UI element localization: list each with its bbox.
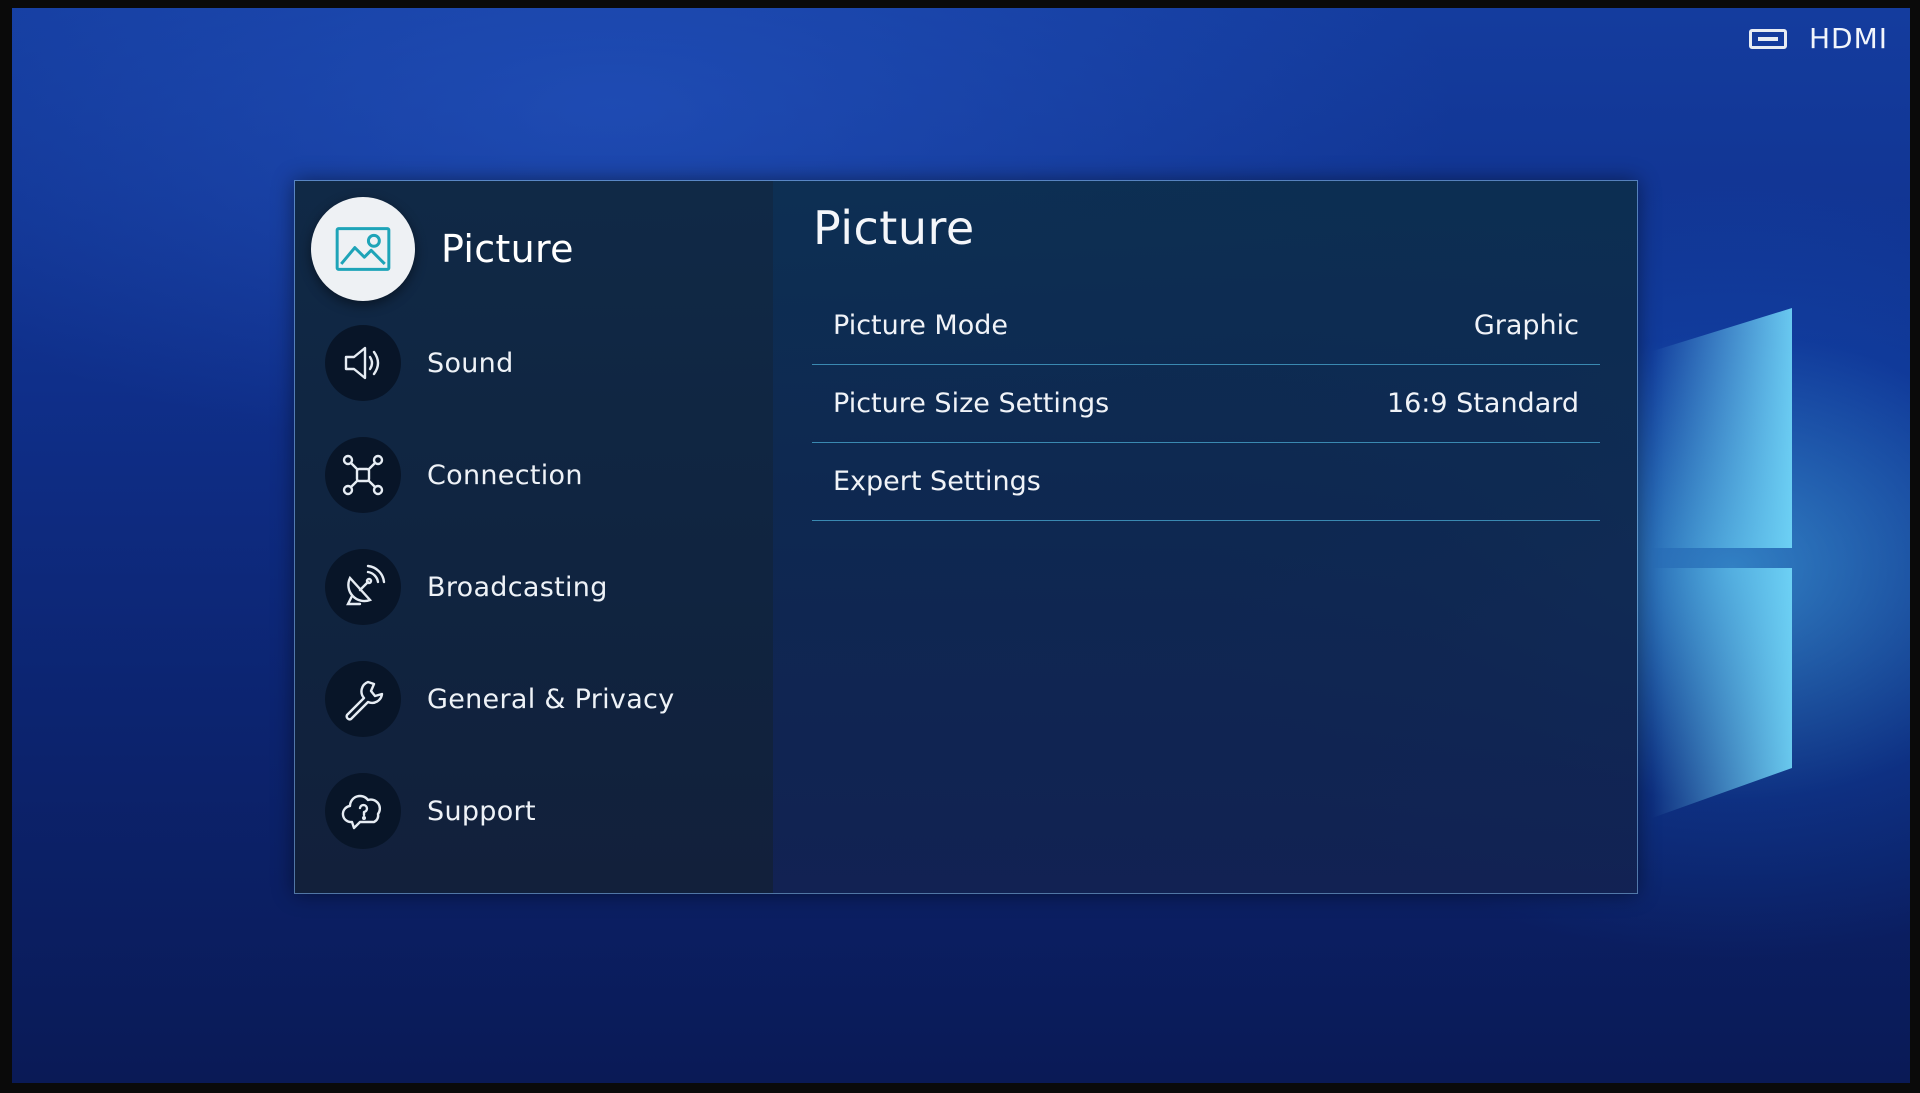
picture-icon xyxy=(311,197,415,301)
setting-label: Expert Settings xyxy=(833,466,1041,497)
setting-value: Graphic xyxy=(1473,310,1579,341)
settings-content: Picture Picture Mode Graphic Picture Siz… xyxy=(773,181,1637,893)
wallpaper-light-pane-upper xyxy=(1652,308,1792,548)
settings-panel: Picture Sound Connection Broadcasting Ge… xyxy=(294,180,1638,894)
setting-label: Picture Mode xyxy=(833,310,1008,341)
speaker-icon xyxy=(325,325,401,401)
satellite-dish-icon xyxy=(325,549,401,625)
setting-row-expert-settings[interactable]: Expert Settings xyxy=(812,443,1600,521)
nav-label-picture: Picture xyxy=(441,227,574,271)
source-indicator: HDMI xyxy=(1748,22,1888,55)
source-label: HDMI xyxy=(1808,22,1888,55)
cloud-question-icon xyxy=(325,773,401,849)
nav-item-support[interactable]: Support xyxy=(325,773,536,849)
wrench-icon xyxy=(325,661,401,737)
nav-label-general-privacy: General & Privacy xyxy=(427,683,675,715)
page-title: Picture xyxy=(813,201,975,255)
nav-item-connection[interactable]: Connection xyxy=(325,437,583,513)
settings-list: Picture Mode Graphic Picture Size Settin… xyxy=(812,287,1600,521)
nav-label-support: Support xyxy=(427,795,536,827)
hdmi-port-icon xyxy=(1748,28,1787,49)
wallpaper-light-pane-lower xyxy=(1652,568,1792,818)
settings-category-nav: Picture Sound Connection Broadcasting Ge… xyxy=(295,181,773,893)
nav-item-picture[interactable]: Picture xyxy=(311,197,574,301)
nav-item-general-privacy[interactable]: General & Privacy xyxy=(325,661,674,737)
setting-label: Picture Size Settings xyxy=(833,388,1110,419)
nav-item-sound[interactable]: Sound xyxy=(325,325,514,401)
nav-label-sound: Sound xyxy=(427,347,514,379)
nav-label-connection: Connection xyxy=(427,459,583,491)
nav-item-broadcasting[interactable]: Broadcasting xyxy=(325,549,608,625)
setting-value: 16:9 Standard xyxy=(1386,388,1579,419)
nav-label-broadcasting: Broadcasting xyxy=(427,571,608,603)
setting-row-picture-size[interactable]: Picture Size Settings 16:9 Standard xyxy=(812,365,1600,443)
network-icon xyxy=(325,437,401,513)
setting-row-picture-mode[interactable]: Picture Mode Graphic xyxy=(812,287,1600,365)
